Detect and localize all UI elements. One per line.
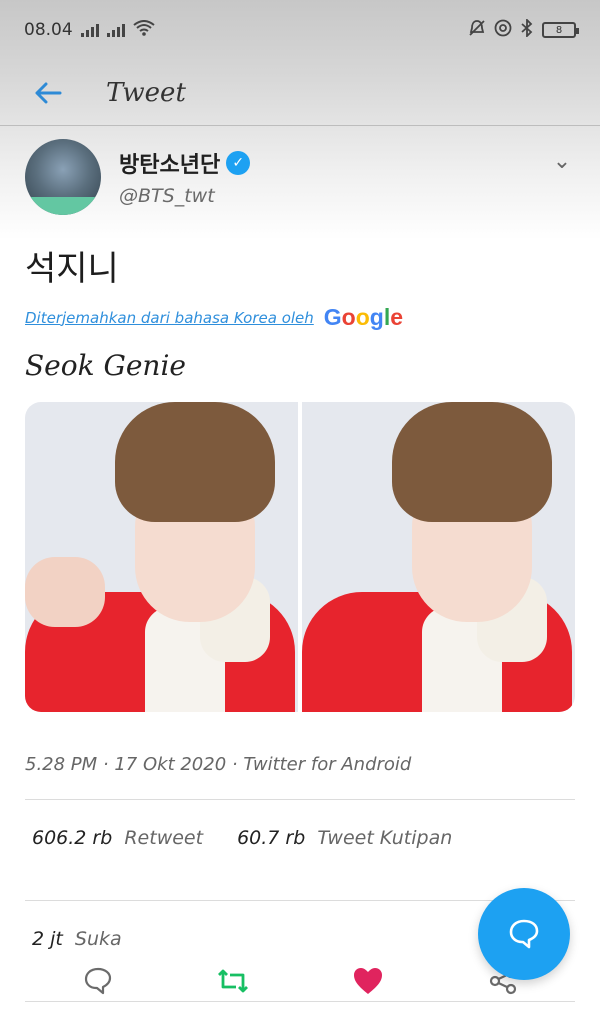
- retweets-count: 606.2 rb: [32, 827, 113, 849]
- hair-shape: [115, 402, 275, 522]
- translated-text: Seok Genie: [25, 349, 186, 382]
- heart-icon[interactable]: [341, 954, 395, 1008]
- photo-left[interactable]: [25, 402, 298, 712]
- at-icon: [494, 19, 512, 42]
- google-logo: Google: [323, 304, 404, 330]
- reply-icon[interactable]: [71, 954, 125, 1008]
- author-names: 방탄소년단 ✓ @BTS_twt: [119, 147, 251, 207]
- retweets-label: Retweet: [124, 827, 204, 849]
- quotes-count: 60.7 rb: [237, 827, 306, 849]
- tweet-timestamp[interactable]: 5.28 PM · 17 Okt 2020 · Twitter for Andr…: [25, 754, 600, 775]
- author-name-row: 방탄소년단 ✓: [119, 147, 251, 179]
- quotes-label: Tweet Kutipan: [317, 827, 453, 849]
- status-right: 8: [468, 17, 579, 42]
- tweet-media: [25, 402, 575, 712]
- bluetooth-icon: [520, 17, 534, 42]
- hair-shape: [392, 402, 552, 522]
- mute-icon: [468, 19, 486, 42]
- tweet-detail: 방탄소년단 ✓ @BTS_twt ⌄ 석지니 Diterjemahkan dar…: [0, 127, 600, 1002]
- status-bar: 08.04 8: [0, 0, 600, 60]
- avatar[interactable]: [25, 139, 101, 215]
- photo-right[interactable]: [302, 402, 575, 712]
- author-name[interactable]: 방탄소년단: [119, 147, 220, 179]
- translation-link[interactable]: Diterjemahkan dari bahasa Korea oleh: [25, 309, 314, 327]
- status-time: 08.04: [24, 20, 73, 40]
- back-arrow-icon[interactable]: [18, 63, 78, 123]
- hand-shape: [25, 557, 105, 627]
- verified-badge-icon: ✓: [226, 151, 251, 175]
- status-left: 08.04: [24, 19, 155, 41]
- signal-icon-2: [106, 23, 125, 37]
- page-title: Tweet: [106, 77, 186, 108]
- compose-reply-icon[interactable]: [478, 888, 570, 980]
- quotes-stat[interactable]: 60.7 rb Tweet Kutipan: [237, 827, 452, 849]
- translation-attribution: Diterjemahkan dari bahasa Korea oleh Goo…: [25, 304, 600, 331]
- retweets-stat[interactable]: 606.2 rb Retweet: [32, 827, 203, 849]
- tweet-stats: 606.2 rb Retweet 60.7 rb Tweet Kutipan: [0, 800, 600, 876]
- retweet-icon[interactable]: [206, 954, 260, 1008]
- tweet-author: 방탄소년단 ✓ @BTS_twt ⌄: [0, 127, 600, 227]
- signal-icon: [80, 23, 99, 37]
- tweet-text: 석지니: [25, 249, 119, 289]
- battery-icon: 8: [542, 22, 579, 38]
- author-handle[interactable]: @BTS_twt: [119, 185, 250, 207]
- app-bar: Tweet: [0, 60, 600, 126]
- wifi-icon: [133, 19, 155, 41]
- chevron-down-icon[interactable]: ⌄: [550, 149, 574, 174]
